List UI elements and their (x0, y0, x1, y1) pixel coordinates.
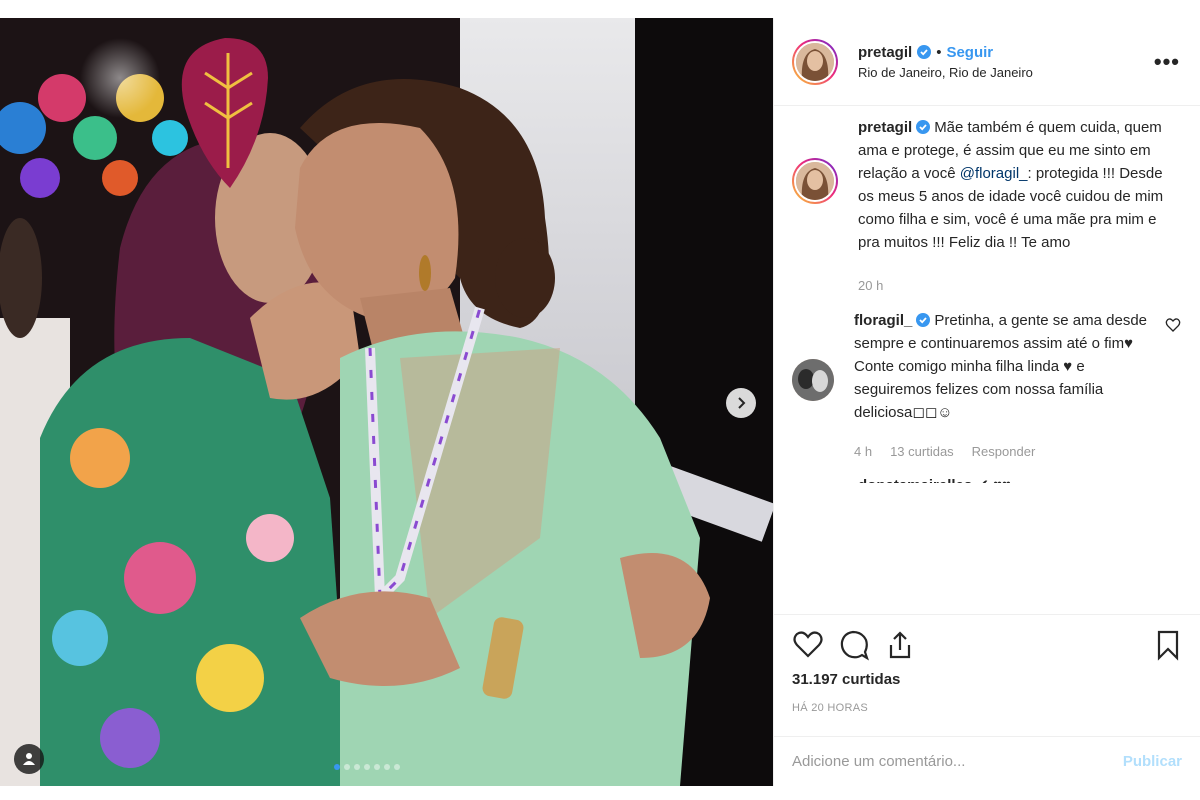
comment-avatar[interactable] (792, 359, 834, 401)
comment-avatar-image (792, 359, 834, 401)
more-options-button[interactable]: ••• (1154, 50, 1180, 72)
partial-comment: donatamairelles ✔ ♥♥ (858, 475, 1182, 483)
caption-time[interactable]: 20 h (858, 274, 883, 297)
share-icon[interactable] (884, 629, 916, 661)
caption-mention[interactable]: @floragil_ (960, 165, 1028, 182)
likes-count[interactable]: 31.197 curtidas (792, 671, 1184, 688)
post-header: pretagil • Seguir Rio de Janeiro, Rio de… (774, 18, 1200, 106)
comment-icon[interactable] (838, 629, 870, 661)
carousel-dot (354, 764, 360, 770)
bookmark-icon[interactable] (1152, 629, 1184, 661)
separator: • (936, 43, 942, 61)
verified-icon (916, 313, 931, 327)
heart-icon[interactable] (792, 629, 824, 661)
follow-button[interactable]: Seguir (946, 44, 993, 61)
carousel-dot (374, 764, 380, 770)
carousel-dot (394, 764, 400, 770)
add-comment-bar: Publicar (774, 736, 1200, 786)
post-location[interactable]: Rio de Janeiro, Rio de Janeiro (858, 65, 1154, 80)
comment-username[interactable]: floragil_ (854, 312, 912, 329)
photo-image (0, 18, 773, 786)
comment-time[interactable]: 4 h (854, 440, 872, 463)
user-tag-button[interactable] (14, 744, 44, 774)
caption-avatar[interactable] (792, 158, 838, 204)
author-avatar[interactable] (792, 38, 838, 85)
carousel-indicator (334, 764, 400, 770)
author-username[interactable]: pretagil (858, 44, 912, 61)
caption: pretagil Mãe também é quem cuida, quem am… (792, 119, 1182, 297)
comment-likes[interactable]: 13 curtidas (890, 440, 954, 463)
user-tag-icon (23, 753, 35, 765)
post-photo[interactable] (0, 18, 773, 786)
post-timestamp[interactable]: HÁ 20 HORAS (792, 702, 1184, 714)
post-actions: 31.197 curtidas HÁ 20 HORAS (774, 614, 1200, 714)
comment-like-icon[interactable] (1164, 317, 1182, 333)
comment-input[interactable] (792, 753, 1123, 770)
comments-list[interactable]: pretagil Mãe também é quem cuida, quem am… (774, 106, 1200, 614)
caption-avatar-image (796, 162, 834, 200)
reply-button[interactable]: Responder (972, 440, 1036, 463)
verified-icon (917, 45, 932, 59)
carousel-dot (364, 764, 370, 770)
carousel-dot (344, 764, 350, 770)
post-sidebar: pretagil • Seguir Rio de Janeiro, Rio de… (773, 18, 1200, 786)
verified-icon (916, 120, 931, 134)
carousel-dot (384, 764, 390, 770)
comment-item: floragil_ Pretinha, a gente se ama desde … (792, 312, 1182, 463)
chevron-right-icon (738, 397, 746, 409)
caption-username[interactable]: pretagil (858, 119, 912, 136)
next-photo-button[interactable] (726, 388, 756, 418)
instagram-post: pretagil • Seguir Rio de Janeiro, Rio de… (0, 18, 1200, 786)
author-avatar-image (796, 42, 834, 81)
publish-button[interactable]: Publicar (1123, 753, 1182, 770)
carousel-dot (334, 764, 340, 770)
